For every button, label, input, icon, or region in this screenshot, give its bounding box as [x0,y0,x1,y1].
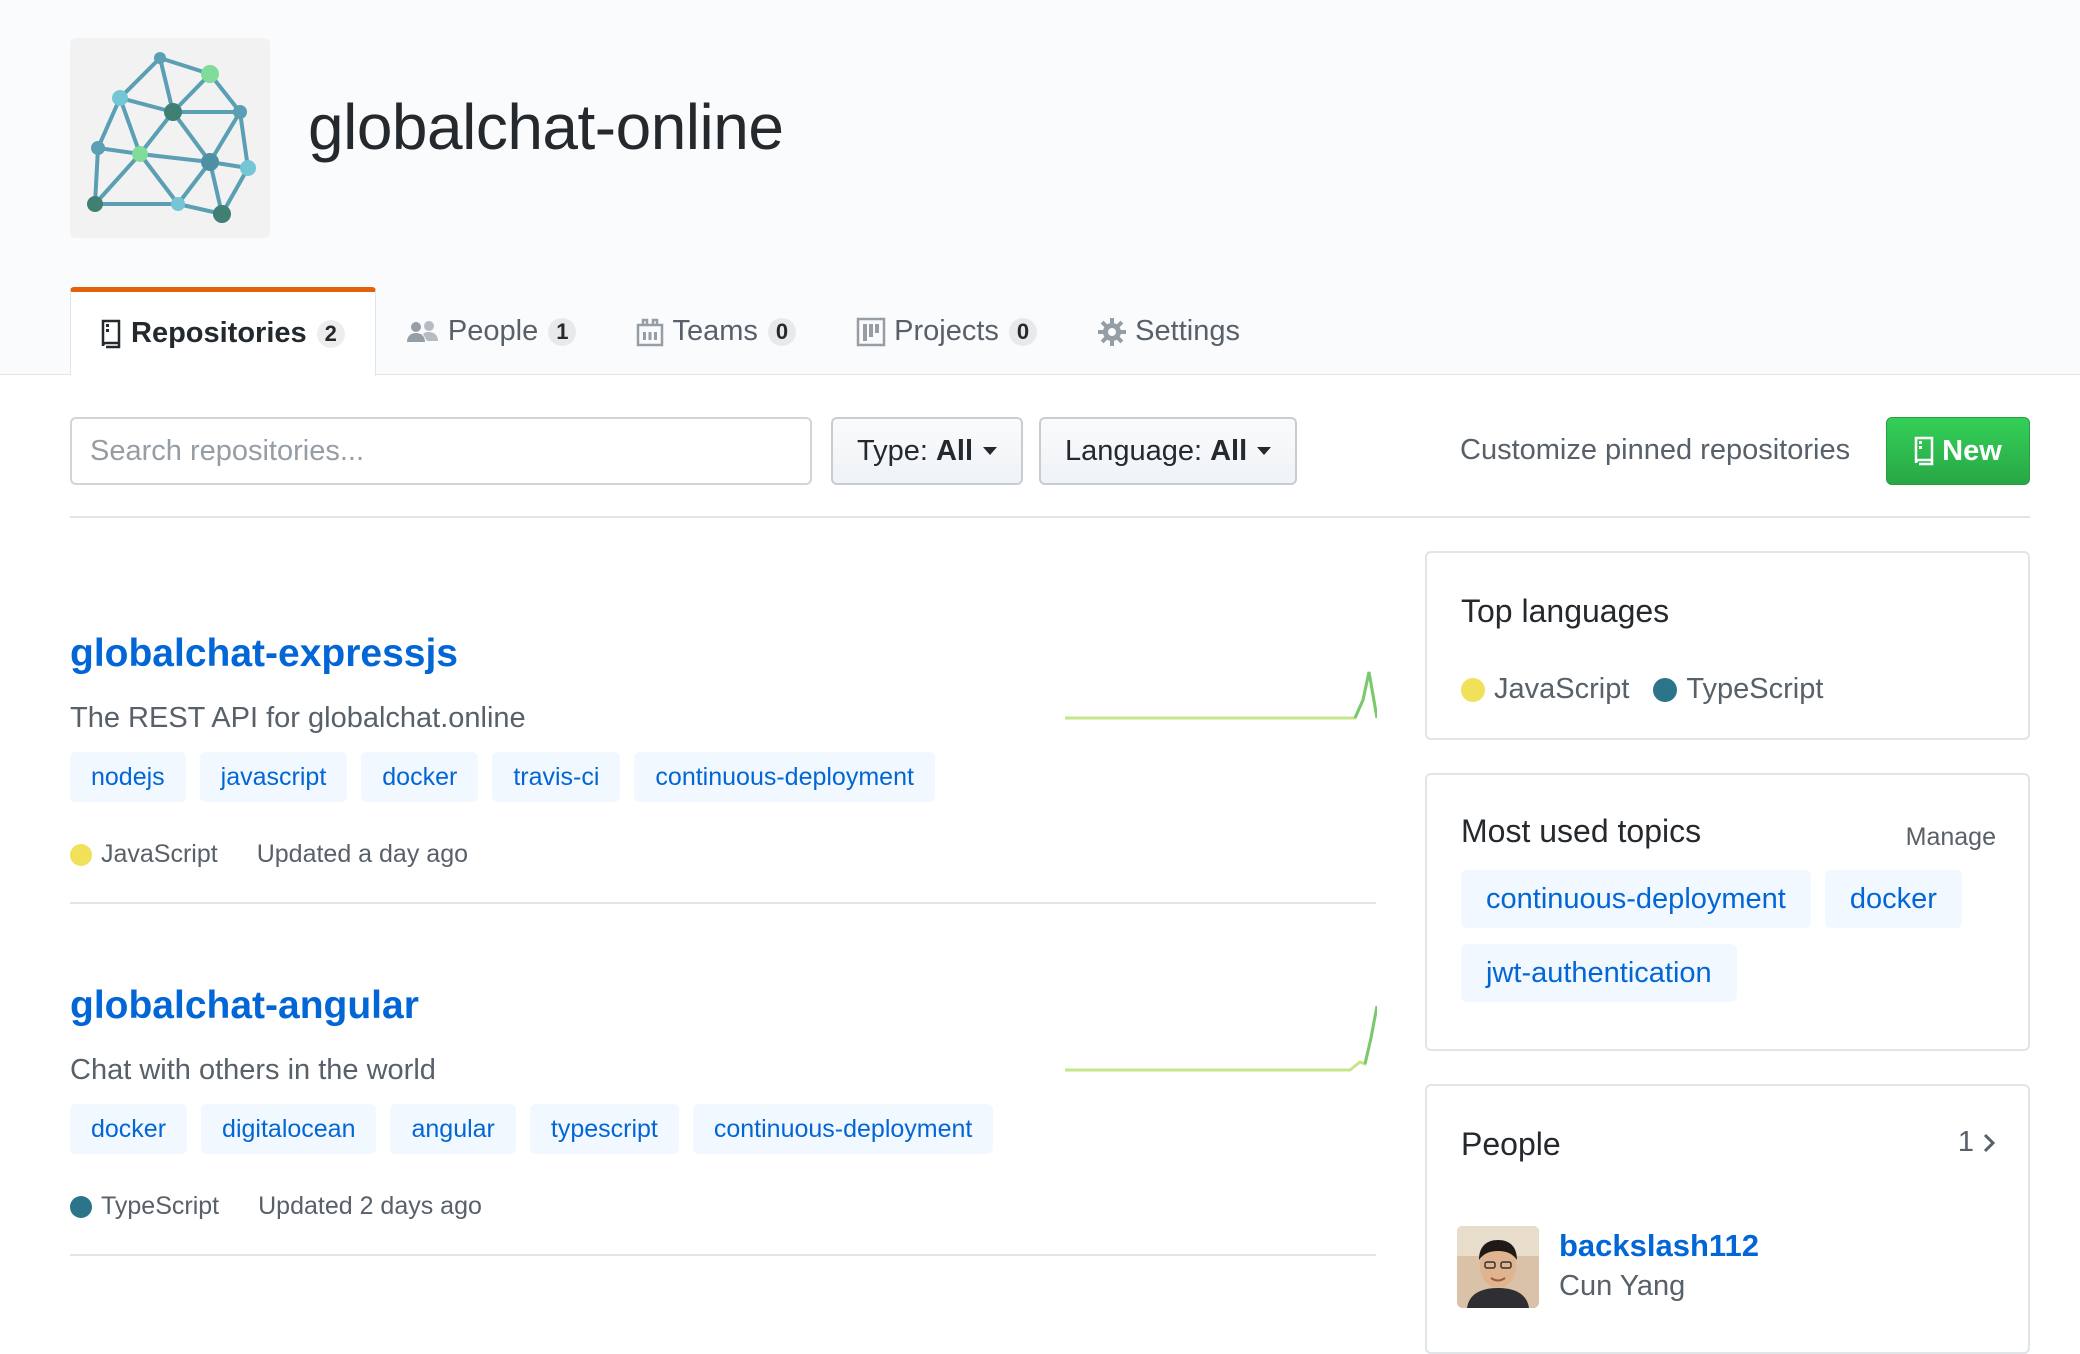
repo-meta: TypeScript Updated 2 days ago [70,1192,482,1221]
repo-name-link[interactable]: globalchat-angular [70,984,419,1028]
tab-people[interactable]: People 1 [376,287,607,376]
tab-counter: 1 [548,317,577,346]
topic-tag[interactable]: digitalocean [201,1104,377,1154]
type-filter-button[interactable]: Type: All [831,417,1023,485]
topic-list: continuous-deployment docker jwt-authent… [1461,870,2001,1018]
topic-tag[interactable]: continuous-deployment [1461,870,1811,928]
teams-icon [636,317,664,347]
topic-tag[interactable]: angular [390,1104,516,1154]
new-repository-button[interactable]: New [1886,417,2030,485]
language-item[interactable]: TypeScript [1653,673,1823,706]
people-title: People [1461,1126,1561,1162]
most-used-topics-box: Most used topics Manage continuous-deplo… [1425,773,2030,1051]
tab-repositories[interactable]: Repositories 2 [70,287,376,376]
tab-label: Teams [672,315,758,347]
topic-tag[interactable]: nodejs [70,752,186,802]
language-color-dot [70,1195,92,1218]
repo-updated: Updated a day ago [256,840,468,868]
chevron-right-icon [1982,1132,1996,1154]
type-filter-value: All [935,434,973,467]
tab-counter: 0 [767,317,797,346]
language-filter-value: All [1210,434,1248,467]
tab-counter: 0 [1008,317,1038,346]
network-graph-logo-icon [87,52,256,223]
repo-list-item: globalchat-angular Chat with others in t… [70,904,1377,1256]
topic-tag[interactable]: travis-ci [492,752,621,802]
language-name: JavaScript [1494,673,1630,705]
top-languages-title: Top languages [1461,593,1670,629]
tab-label: Repositories [131,317,307,349]
repo-description: Chat with others in the world [70,1054,436,1086]
topic-tag[interactable]: docker [70,1104,188,1154]
language-color-dot [1653,677,1678,702]
people-icon [406,320,440,344]
language-color-dot [1461,677,1485,702]
tab-label: Projects [894,315,999,347]
repo-updated: Updated 2 days ago [258,1192,482,1220]
people-count-link[interactable]: 1 [1958,1126,1996,1159]
new-button-label: New [1942,434,2002,467]
org-avatar[interactable] [70,38,270,238]
gear-icon [1097,317,1127,347]
most-used-topics-title: Most used topics [1461,813,1702,849]
topic-tag[interactable]: typescript [529,1104,679,1154]
activity-sparkline [1065,671,1377,720]
tab-counter: 2 [316,319,345,348]
activity-sparkline [1065,1005,1377,1072]
member-full-name: Cun Yang [1559,1270,1686,1302]
topic-tag[interactable]: jwt-authentication [1461,944,1737,1002]
org-name: globalchat-online [308,91,784,163]
avatar[interactable] [1457,1226,1539,1308]
language-filter-label: Language: [1065,434,1203,467]
caret-down-icon [983,447,997,455]
repo-language: TypeScript [101,1192,220,1220]
top-languages-list: JavaScript TypeScript [1461,673,1847,706]
caret-down-icon [1257,447,1272,455]
search-input[interactable] [70,417,812,485]
project-icon [856,317,886,347]
org-tabs: Repositories 2 People 1 Teams 0 Projects… [70,287,1270,376]
tab-label: People [447,315,539,347]
language-filter-button[interactable]: Language: All [1039,417,1298,485]
topic-tag[interactable]: javascript [199,752,348,802]
repo-description: The REST API for globalchat.online [70,702,526,734]
topic-tag[interactable]: docker [1824,870,1962,928]
language-name: TypeScript [1686,673,1824,705]
manage-topics-link[interactable]: Manage [1906,823,1996,852]
type-filter-label: Type: [857,434,928,467]
customize-pinned-link[interactable]: Customize pinned repositories [1460,434,1850,467]
repo-icon [1914,436,1936,466]
member-login-link[interactable]: backslash112 [1559,1228,1759,1264]
tab-settings[interactable]: Settings [1067,287,1270,376]
org-header: globalchat-online Repositories 2 People … [0,0,2080,376]
repo-list-item: globalchat-expressjs The REST API for gl… [70,552,1377,904]
divider [70,516,2030,518]
language-item[interactable]: JavaScript [1461,673,1629,706]
tab-projects[interactable]: Projects 0 [826,287,1067,376]
people-box: People 1 backslash112 Cun Yang [1425,1084,2030,1354]
topic-tag[interactable]: continuous-deployment [692,1104,994,1154]
repo-language: JavaScript [101,840,218,868]
repo-name-link[interactable]: globalchat-expressjs [70,632,458,676]
repo-icon [101,319,123,349]
topic-tag[interactable]: continuous-deployment [634,752,935,802]
language-color-dot [70,843,92,866]
topic-tag[interactable]: docker [361,752,479,802]
tab-teams[interactable]: Teams 0 [606,287,826,376]
tab-label: Settings [1135,315,1240,347]
repo-meta: JavaScript Updated a day ago [70,840,468,869]
repo-topics: nodejs javascript docker travis-ci conti… [70,752,949,802]
repo-topics: docker digitalocean angular typescript c… [70,1104,1007,1154]
people-count: 1 [1957,1126,1974,1158]
top-languages-box: Top languages JavaScript TypeScript [1425,551,2030,740]
